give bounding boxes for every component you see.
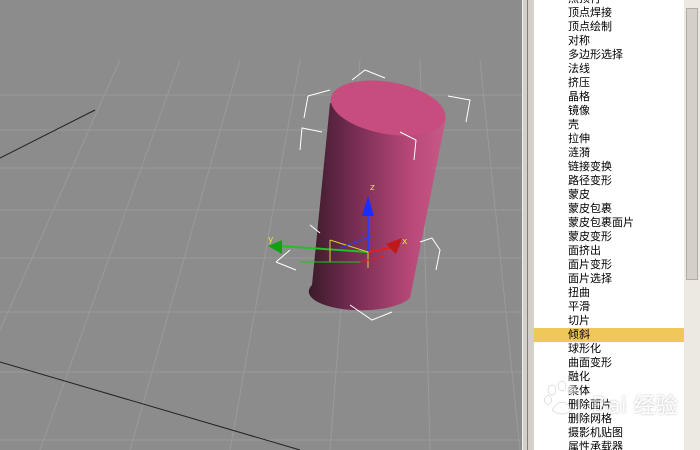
pink-cylinder bbox=[308, 80, 446, 311]
modifier-item[interactable]: 链接变换 bbox=[534, 160, 684, 174]
modifier-item[interactable]: 删除网格 bbox=[534, 412, 684, 426]
modifier-item[interactable]: 扭曲 bbox=[534, 286, 684, 300]
modifier-item[interactable]: 拉伸 bbox=[534, 132, 684, 146]
axis-label-z: z bbox=[370, 183, 375, 193]
modifier-item[interactable]: 顶点焊接 bbox=[534, 6, 684, 20]
modifier-item[interactable]: 挤压 bbox=[534, 76, 684, 90]
scrollbar-thumb[interactable] bbox=[686, 8, 698, 280]
viewport-scene: z y x bbox=[0, 59, 522, 450]
modifier-item[interactable]: 柔体 bbox=[534, 384, 684, 398]
modifier-item[interactable]: 属性承载器 bbox=[534, 440, 684, 450]
modifier-item[interactable]: 蒙皮包裹 bbox=[534, 202, 684, 216]
modifier-item[interactable]: 切片 bbox=[534, 314, 684, 328]
modifier-item[interactable]: 晶格 bbox=[534, 90, 684, 104]
modifier-item[interactable]: 摄影机贴图 bbox=[534, 426, 684, 440]
modifier-item[interactable]: 路径变形 bbox=[534, 174, 684, 188]
modifier-item[interactable]: 涟漪 bbox=[534, 146, 684, 160]
axis-label-y: y bbox=[268, 235, 274, 245]
perspective-viewport[interactable]: z y x bbox=[0, 0, 522, 450]
grid-main-axes bbox=[0, 109, 301, 450]
modifier-item[interactable]: 对称 bbox=[534, 34, 684, 48]
modifier-item[interactable]: 顶点绘制 bbox=[534, 20, 684, 34]
modifier-item[interactable]: 删除面片 bbox=[534, 398, 684, 412]
modifier-item[interactable]: 曲面变形 bbox=[534, 356, 684, 370]
modifier-list-scrollbar[interactable] bbox=[684, 0, 700, 450]
modifier-items: 照顶行顶点焊接顶点绘制对称多边形选择法线挤压晶格镜像壳拉伸涟漪链接变换路径变形蒙… bbox=[534, 0, 684, 450]
modifier-item[interactable]: 融化 bbox=[534, 370, 684, 384]
modifier-item[interactable]: 蒙皮 bbox=[534, 188, 684, 202]
modifier-item[interactable]: 蒙皮变形 bbox=[534, 230, 684, 244]
modifier-item[interactable]: 面挤出 bbox=[534, 244, 684, 258]
modifier-item[interactable]: 壳 bbox=[534, 118, 684, 132]
modifier-item[interactable]: 面片选择 bbox=[534, 272, 684, 286]
modifier-item[interactable]: 球形化 bbox=[534, 342, 684, 356]
modifier-item[interactable]: 倾斜 bbox=[534, 328, 684, 342]
modifier-item[interactable]: 蒙皮包裹面片 bbox=[534, 216, 684, 230]
modifier-item[interactable]: 法线 bbox=[534, 62, 684, 76]
modifier-item[interactable]: 平滑 bbox=[534, 300, 684, 314]
modifier-item[interactable]: 多边形选择 bbox=[534, 48, 684, 62]
modifier-item[interactable]: 面片变形 bbox=[534, 258, 684, 272]
axis-label-x: x bbox=[402, 237, 408, 247]
modifier-item[interactable]: 镜像 bbox=[534, 104, 684, 118]
modifier-list[interactable]: 照顶行顶点焊接顶点绘制对称多边形选择法线挤压晶格镜像壳拉伸涟漪链接变换路径变形蒙… bbox=[534, 0, 684, 450]
